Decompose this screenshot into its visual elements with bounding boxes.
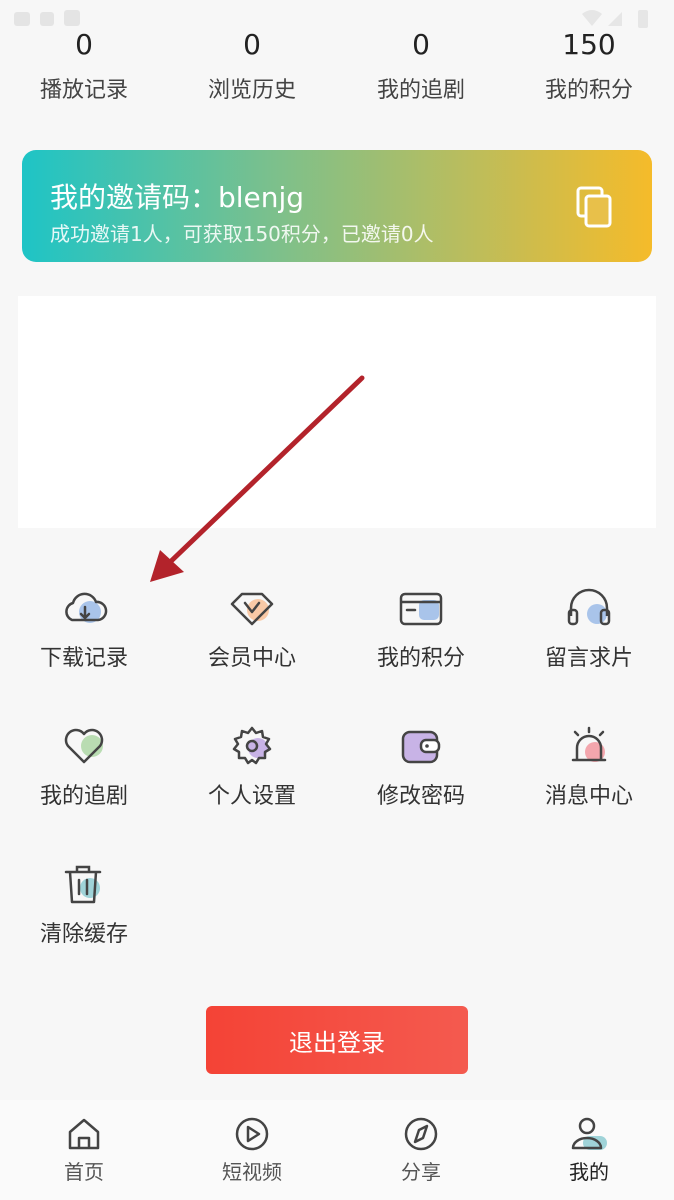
menu-label: 会员中心 (207, 646, 296, 671)
tab-label: 首页 (64, 1160, 104, 1184)
menu-label: 我的追剧 (39, 784, 128, 809)
signal-battery-icon (582, 10, 648, 28)
menu-label: 下载记录 (39, 646, 128, 671)
stat-value: 150 (562, 30, 616, 56)
headphones-icon (567, 588, 611, 626)
stat-label: 浏览历史 (207, 78, 296, 103)
menu-label: 消息中心 (544, 784, 633, 809)
menu-item-download-records[interactable]: 下载记录 (0, 588, 168, 708)
stat-my-points[interactable]: 150 我的积分 (505, 30, 673, 104)
tab-share[interactable]: 分享 (337, 1116, 505, 1185)
menu-item-change-password[interactable]: 修改密码 (337, 726, 505, 846)
banner-placeholder (18, 296, 656, 528)
tab-home[interactable]: 首页 (0, 1116, 168, 1185)
invite-card: 我的邀请码：blenjg 成功邀请1人，可获取150积分，已邀请0人 (22, 150, 652, 262)
tab-label: 短视频 (222, 1160, 282, 1184)
stat-label: 我的追剧 (376, 78, 465, 103)
trash-icon (64, 865, 102, 904)
logout-button[interactable]: 退出登录 (206, 1006, 468, 1074)
menu-item-clear-cache[interactable]: 清除缓存 (0, 864, 168, 984)
alarm-bell-icon (571, 726, 607, 762)
wallet-icon (401, 730, 441, 764)
vip-diamond-icon (230, 592, 274, 626)
invite-code-title: 我的邀请码：blenjg (50, 181, 305, 214)
status-left (14, 10, 114, 28)
menu-label: 个人设置 (207, 784, 296, 809)
tab-mine[interactable]: 我的 (505, 1116, 673, 1185)
menu-item-message-center[interactable]: 消息中心 (505, 726, 673, 846)
tab-short-video[interactable]: 短视频 (168, 1116, 336, 1185)
menu-item-movie-request[interactable]: 留言求片 (505, 588, 673, 708)
tab-label: 我的 (569, 1160, 609, 1184)
menu-label: 留言求片 (544, 646, 633, 671)
stat-label: 播放记录 (39, 78, 128, 103)
user-icon (571, 1117, 607, 1150)
stats-row: 0 播放记录 0 浏览历史 0 我的追剧 150 我的积分 (0, 30, 674, 120)
stat-play-history[interactable]: 0 播放记录 (0, 30, 168, 104)
cloud-download-icon (65, 592, 108, 623)
menu-item-personal-settings[interactable]: 个人设置 (168, 726, 336, 846)
stat-value: 0 (412, 30, 430, 56)
compass-icon (404, 1117, 438, 1151)
bottom-tab-bar: 首页 短视频 分享 我的 (0, 1100, 674, 1200)
stat-browse-history[interactable]: 0 浏览历史 (168, 30, 336, 104)
menu-label: 清除缓存 (39, 922, 128, 947)
invite-subtitle: 成功邀请1人，可获取150积分，已邀请0人 (50, 222, 434, 246)
copy-button[interactable] (574, 186, 618, 230)
menu-item-vip-center[interactable]: 会员中心 (168, 588, 336, 708)
menu-label: 我的积分 (376, 646, 465, 671)
card-icon (399, 592, 443, 626)
play-circle-icon (235, 1117, 269, 1151)
heart-icon (64, 728, 104, 764)
stat-my-follows[interactable]: 0 我的追剧 (337, 30, 505, 104)
menu-item-my-points[interactable]: 我的积分 (337, 588, 505, 708)
copy-icon (576, 186, 612, 228)
tab-label: 分享 (401, 1160, 441, 1184)
stat-value: 0 (75, 30, 93, 56)
menu-label: 修改密码 (376, 784, 465, 809)
stat-value: 0 (243, 30, 261, 56)
gear-icon (232, 726, 272, 765)
stat-label: 我的积分 (544, 78, 633, 103)
home-icon (68, 1118, 100, 1150)
menu-item-my-follows[interactable]: 我的追剧 (0, 726, 168, 846)
